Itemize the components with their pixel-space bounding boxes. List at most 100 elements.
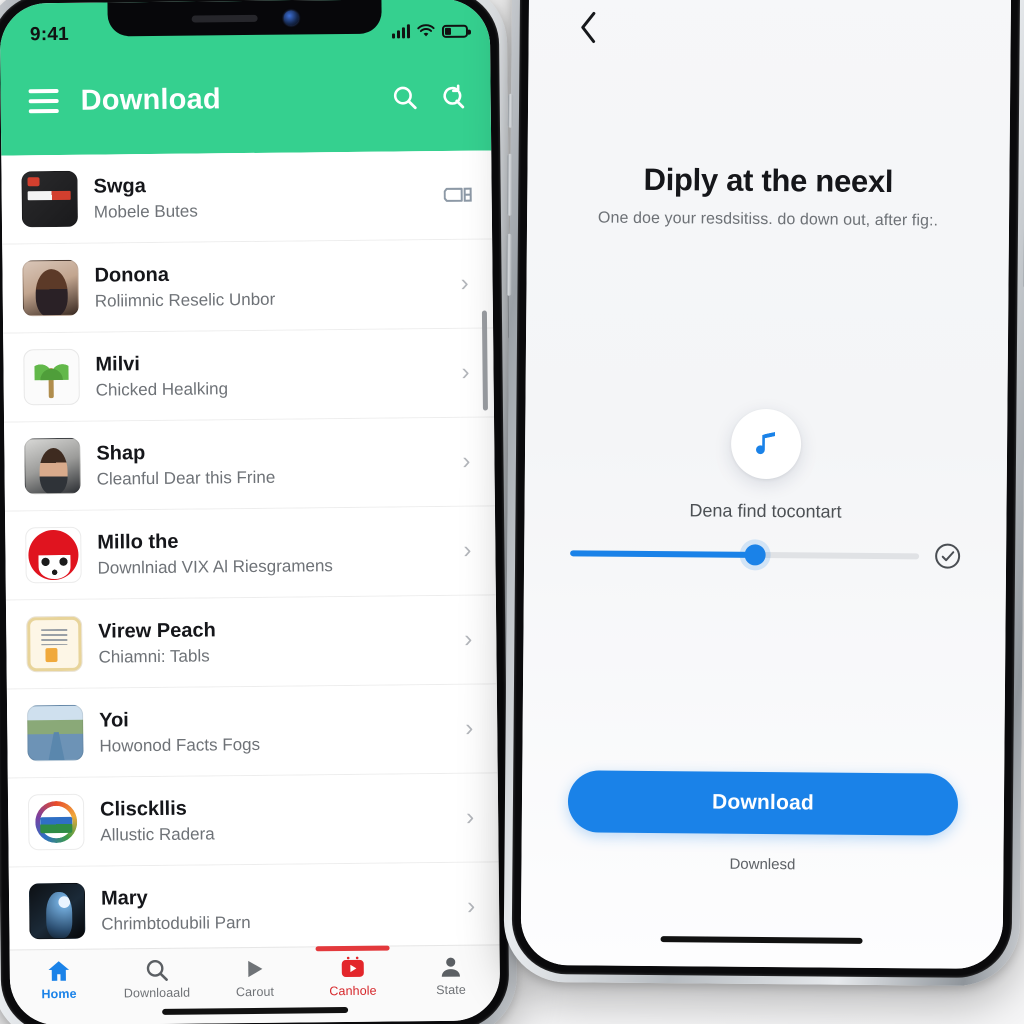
list-item-subtitle: Howonod Facts Fogs bbox=[99, 734, 261, 756]
list-item[interactable]: Virew Peach Chiamni: Tabls › bbox=[5, 595, 497, 690]
status-time: 9:41 bbox=[29, 23, 69, 46]
list-item[interactable]: Milvi Chicked Healking › bbox=[3, 328, 495, 423]
list-item-subtitle: Chrimbtodubili Parn bbox=[101, 912, 251, 934]
person-icon bbox=[441, 957, 460, 977]
download-button[interactable]: Download bbox=[567, 770, 959, 836]
list-item-thumbnail bbox=[27, 704, 84, 762]
video-icon[interactable] bbox=[443, 184, 474, 206]
status-indicators bbox=[391, 24, 469, 39]
chevron-right-icon[interactable]: › bbox=[464, 626, 478, 654]
front-camera-icon bbox=[283, 9, 299, 26]
back-button[interactable] bbox=[569, 7, 609, 47]
search-icon bbox=[146, 960, 168, 981]
tab-carout[interactable]: Carout bbox=[206, 955, 304, 999]
chevron-right-icon[interactable]: › bbox=[466, 804, 480, 832]
chevron-right-icon[interactable]: › bbox=[465, 715, 479, 743]
play-icon bbox=[248, 960, 263, 978]
list-item-text: Clisckllis Allustic Radera bbox=[100, 794, 450, 846]
list-scrollbar[interactable] bbox=[481, 310, 488, 411]
list-item-title: Clisckllis bbox=[99, 797, 187, 821]
list-item-title: Shap bbox=[96, 441, 146, 465]
tab-label: Carout bbox=[235, 984, 275, 1000]
slider-thumb[interactable] bbox=[744, 543, 766, 565]
list-item-title: Virew Peach bbox=[98, 619, 216, 643]
phone-device-right: Diply at the neexl One doe your resdsiti… bbox=[503, 0, 1024, 987]
list-item-text: Yoi Howonod Facts Fogs bbox=[99, 705, 449, 757]
list-item-subtitle: Cleanful Dear this Frine bbox=[96, 467, 276, 489]
music-note-badge[interactable] bbox=[730, 408, 802, 480]
screenshot-stage: 9:41 Download Swga Mobele Butes Donona R… bbox=[0, 0, 1024, 1024]
list-item-thumbnail bbox=[26, 615, 83, 673]
earpiece-speaker bbox=[191, 14, 258, 23]
chevron-right-icon[interactable]: › bbox=[467, 893, 481, 921]
volume-up-button-right[interactable] bbox=[507, 153, 513, 216]
list-item[interactable]: Shap Cleanful Dear this Frine › bbox=[4, 417, 495, 512]
list-item[interactable]: Millo the Downlniad VIX Al Riesgramens › bbox=[4, 506, 496, 601]
chevron-right-icon[interactable]: › bbox=[462, 448, 476, 476]
tab-label: Downloaald bbox=[123, 985, 191, 1001]
tab-canhole[interactable]: Canhole bbox=[304, 945, 402, 999]
progress-slider-row bbox=[570, 540, 961, 569]
list-item-subtitle: Downlniad VIX Al Riesgramens bbox=[97, 556, 333, 578]
list-item-text: Millo the Downlniad VIX Al Riesgramens bbox=[97, 527, 447, 579]
tab-label: State bbox=[436, 982, 466, 998]
list-item-thumbnail bbox=[25, 526, 82, 584]
volume-down-button-right[interactable] bbox=[506, 233, 512, 296]
page-heading-block: Diply at the neexl One doe your resdsiti… bbox=[573, 161, 964, 230]
list-item-title: Milvi bbox=[95, 353, 141, 376]
list-item[interactable]: Clisckllis Allustic Radera › bbox=[7, 773, 499, 868]
check-icon bbox=[941, 550, 954, 561]
list-item-thumbnail bbox=[23, 348, 80, 406]
list-item-title: Mary bbox=[100, 886, 148, 910]
phone-bezel-right: Diply at the neexl One doe your resdsiti… bbox=[511, 0, 1021, 979]
list-item-title: Millo the bbox=[97, 530, 179, 554]
screen-left: 9:41 Download Swga Mobele Butes Donona R… bbox=[0, 0, 501, 1024]
cellular-signal-icon bbox=[391, 24, 411, 39]
home-icon bbox=[48, 961, 70, 981]
download-caption: Downlesd bbox=[729, 855, 796, 874]
list-item[interactable]: Yoi Howonod Facts Fogs › bbox=[6, 684, 498, 779]
phone-device-left: 9:41 Download Swga Mobele Butes Donona R… bbox=[0, 0, 518, 1024]
slider-fill bbox=[570, 549, 756, 558]
list-item-text: Shap Cleanful Dear this Frine bbox=[96, 438, 446, 490]
notch bbox=[107, 0, 383, 37]
list-item-title: Donona bbox=[94, 263, 170, 287]
tab-home[interactable]: Home bbox=[10, 958, 108, 1002]
list-item[interactable]: Swga Mobele Butes bbox=[1, 150, 493, 245]
hamburger-menu-icon[interactable] bbox=[28, 88, 59, 114]
app-bar-actions bbox=[391, 83, 467, 112]
page-title: Diply at the neexl bbox=[643, 161, 894, 200]
list-item[interactable]: Mary Chrimbtodubili Parn › bbox=[8, 862, 500, 950]
tab-label: Home bbox=[41, 986, 77, 1002]
list-item-thumbnail bbox=[28, 882, 86, 940]
download-list[interactable]: Swga Mobele Butes Donona Roliimnic Resel… bbox=[1, 150, 500, 950]
page-title: Download bbox=[80, 82, 221, 117]
mute-switch-button-right[interactable] bbox=[507, 93, 514, 128]
screen-right: Diply at the neexl One doe your resdsiti… bbox=[520, 0, 1012, 970]
check-circle-icon[interactable] bbox=[935, 543, 961, 569]
search-icon[interactable] bbox=[391, 83, 419, 111]
progress-slider[interactable] bbox=[570, 543, 920, 565]
list-item-thumbnail bbox=[27, 793, 85, 851]
phone-bezel-left: 9:41 Download Swga Mobele Butes Donona R… bbox=[0, 0, 510, 1024]
list-item[interactable]: Donona Roliimnic Reselic Unbor › bbox=[2, 239, 494, 334]
list-item-title: Swga bbox=[93, 174, 146, 198]
tab-download[interactable]: Downloaald bbox=[108, 956, 206, 1000]
tab-state[interactable]: State bbox=[402, 953, 500, 997]
tab-label: Canhole bbox=[329, 983, 377, 999]
chevron-right-icon[interactable]: › bbox=[463, 537, 477, 565]
tab-active-underline bbox=[315, 945, 390, 952]
list-item-subtitle: Mobele Butes bbox=[93, 201, 198, 222]
music-note-icon bbox=[756, 432, 775, 455]
media-label: Dena find tocontart bbox=[689, 500, 842, 522]
list-item-text: Virew Peach Chiamni: Tabls bbox=[98, 616, 448, 668]
list-item-thumbnail bbox=[21, 170, 79, 228]
refresh-search-icon[interactable] bbox=[439, 83, 467, 111]
chevron-right-icon[interactable]: › bbox=[460, 270, 474, 298]
chevron-right-icon[interactable]: › bbox=[461, 359, 475, 387]
battery-icon bbox=[441, 24, 469, 38]
wifi-icon bbox=[417, 24, 435, 37]
app-bar-row: Download bbox=[0, 52, 491, 155]
list-item-text: Milvi Chicked Healking bbox=[95, 349, 445, 401]
download-detail-page: Diply at the neexl One doe your resdsiti… bbox=[520, 0, 1012, 970]
